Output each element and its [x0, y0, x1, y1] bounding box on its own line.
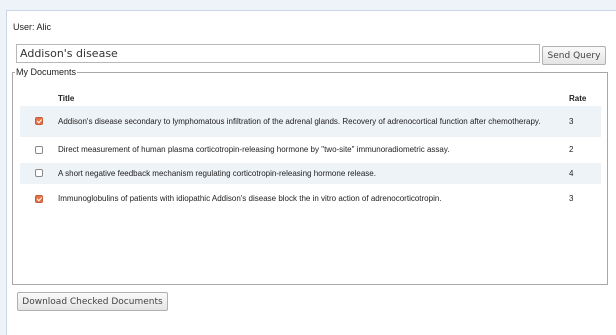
- table-row: Immunoglobulins of patients with idiopat…: [20, 184, 601, 214]
- document-checkbox[interactable]: [35, 169, 43, 178]
- user-label: User: Alic: [13, 22, 52, 32]
- download-checked-button[interactable]: Download Checked Documents: [17, 292, 168, 311]
- table-row: Direct measurement of human plasma corti…: [20, 137, 601, 163]
- search-input[interactable]: [16, 44, 540, 63]
- row-check-cell: [20, 106, 58, 137]
- document-title: Direct measurement of human plasma corti…: [58, 137, 565, 163]
- document-checkbox[interactable]: [35, 117, 43, 126]
- my-documents-legend: My Documents: [16, 67, 77, 77]
- my-documents-fieldset: My Documents Title Rate Addison's diseas…: [12, 67, 608, 285]
- row-check-cell: [20, 163, 58, 184]
- document-checkbox[interactable]: [35, 145, 43, 154]
- table-row: A short negative feedback mechanism regu…: [20, 163, 601, 184]
- document-checkbox[interactable]: [35, 194, 43, 203]
- column-header-check: [20, 90, 58, 106]
- row-check-cell: [20, 137, 58, 163]
- column-header-title: Title: [58, 93, 75, 103]
- table-header-row: Title Rate: [20, 90, 601, 106]
- document-title: Immunoglobulins of patients with idiopat…: [58, 184, 565, 214]
- document-rate: 4: [565, 163, 601, 184]
- document-rate: 3: [565, 106, 601, 137]
- document-title: Addison's disease secondary to lymphomat…: [58, 106, 565, 137]
- document-rate: 2: [565, 137, 601, 163]
- table-row: Addison's disease secondary to lymphomat…: [20, 106, 601, 137]
- column-header-rate: Rate: [569, 93, 587, 103]
- row-check-cell: [20, 184, 58, 214]
- documents-table: Title Rate Addison's disease secondary t…: [20, 90, 601, 214]
- document-title: A short negative feedback mechanism regu…: [58, 163, 565, 184]
- document-rate: 3: [565, 184, 601, 214]
- send-query-button[interactable]: Send Query: [542, 46, 606, 65]
